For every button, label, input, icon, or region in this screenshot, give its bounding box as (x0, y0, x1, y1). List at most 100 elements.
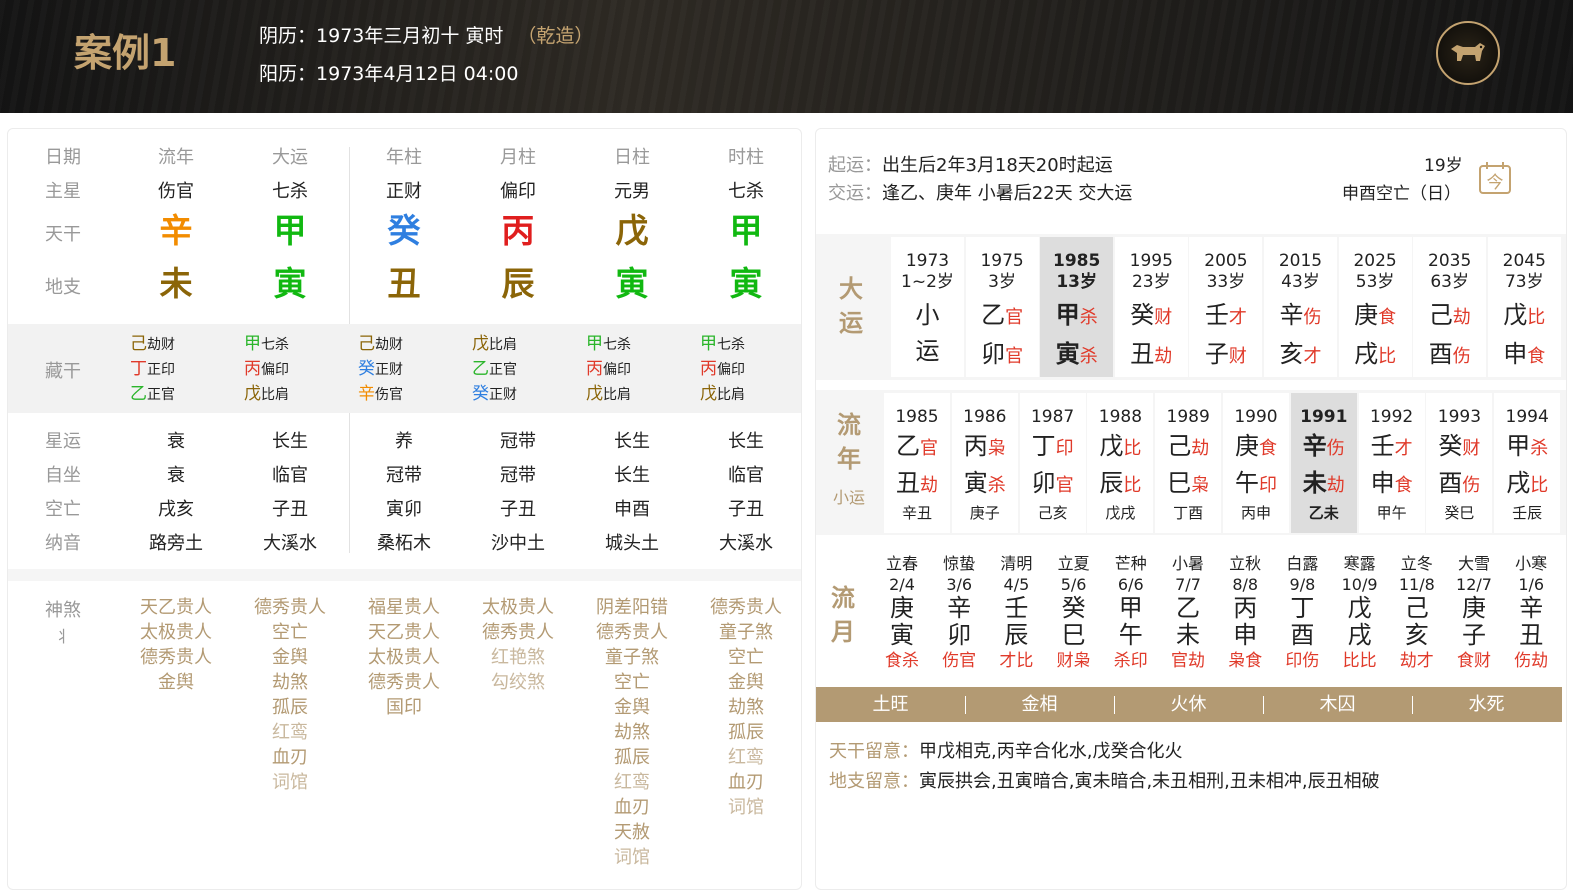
canggan-5: 甲七杀 丙偏印 戊比肩 (700, 332, 800, 407)
liunian-item[interactable]: 1990 庚食 午印 丙申 (1223, 393, 1289, 533)
shensha-item[interactable]: 词馆 (691, 795, 801, 820)
dayun-item[interactable]: 1985 13岁 甲杀 寅杀 (1040, 237, 1114, 377)
shensha-item[interactable]: 国印 (349, 695, 459, 720)
liuyue-item[interactable]: 小寒 1/6 辛丑伤劫 (1503, 553, 1559, 674)
dayun-item[interactable]: 2015 43岁 辛伤 亥才 (1264, 237, 1337, 377)
jiaoyun-line: 交运：逢乙、庚年 小暑后22天 交大运 (828, 179, 1132, 205)
shensha-item[interactable]: 福星贵人 (349, 595, 459, 620)
liuyue-zhi: 午 (1118, 621, 1143, 649)
column-head-4: 日柱 (614, 147, 650, 168)
dayun-item[interactable]: 1973 1~2岁小运 (891, 237, 964, 377)
liunian-gan: 庚食 (1223, 429, 1289, 466)
dayun-year: 2045 (1502, 251, 1546, 271)
shensha-item[interactable]: 红艳煞 (463, 645, 573, 670)
shensha-item[interactable]: 孤辰 (577, 745, 687, 770)
shensha-item[interactable]: 德秀贵人 (691, 595, 801, 620)
dayun-item[interactable]: 2005 33岁 壬才 子财 (1189, 237, 1263, 377)
zizuo-4: 长生 (614, 465, 650, 486)
liunian-item[interactable]: 1989 己劫 巳枭 丁酉 (1155, 393, 1222, 533)
liunian-item[interactable]: 1993 癸财 酉伤 癸巳 (1426, 393, 1493, 533)
xiaoyun-ganzhi: 庚子 (969, 504, 1000, 522)
liunian-item[interactable]: 1994 甲杀 戌比 壬辰 (1494, 393, 1561, 533)
shensha-item[interactable]: 天乙贵人 (349, 620, 459, 645)
shensha-item[interactable]: 童子煞 (691, 620, 801, 645)
shensha-item[interactable]: 德秀贵人 (577, 620, 687, 645)
liuyue-item[interactable]: 芒种 6/6 甲午杀印 (1103, 553, 1159, 674)
liuyue-item[interactable]: 立春 2/4 庚寅食杀 (874, 553, 930, 674)
liuyue-item[interactable]: 立冬 11/8 己亥劫才 (1389, 553, 1445, 674)
shensha-item[interactable]: 金舆 (235, 645, 345, 670)
liuyue-item[interactable]: 清明 4/5 壬辰才比 (988, 553, 1044, 674)
liuyue-item[interactable]: 小暑 7/7 乙未官劫 (1160, 553, 1216, 674)
shensha-item[interactable]: 太极贵人 (121, 620, 231, 645)
shensha-item[interactable]: 孤辰 (691, 720, 801, 745)
shensha-item[interactable]: 红鸾 (235, 720, 345, 745)
liuyue-date: 3/6 (946, 575, 973, 594)
zizuo-3: 冠带 (500, 465, 536, 486)
dayun-year: 2015 (1278, 251, 1323, 271)
dizhi-3: 辰 (501, 264, 535, 303)
zhuxing-3: 偏印 (500, 181, 536, 202)
liuyue-date: 12/7 (1456, 575, 1492, 594)
liunian-gan-char: 庚 (1235, 432, 1259, 460)
liunian-gan: 丁印 (1020, 429, 1086, 466)
shensha-item[interactable]: 红鸾 (577, 770, 687, 795)
shensha-item[interactable]: 词馆 (577, 845, 687, 870)
shensha-item[interactable]: 空亡 (577, 670, 687, 695)
liuyue-shishen: 劫才 (1399, 651, 1434, 671)
dayun-year: 1975 (980, 251, 1024, 271)
shensha-item[interactable]: 太极贵人 (349, 645, 459, 670)
dayun-item[interactable]: 1975 3岁 乙官 卯官 (965, 237, 1039, 377)
dayun-item[interactable]: 1995 23岁 癸财 丑劫 (1114, 237, 1188, 377)
dayun-item[interactable]: 2045 73岁 戊比 申食 (1487, 237, 1561, 377)
shensha-item[interactable]: 空亡 (235, 620, 345, 645)
shensha-item[interactable]: 血刃 (577, 795, 687, 820)
liunian-item[interactable]: 1986 丙枭 寅杀 庚子 (951, 393, 1018, 533)
shensha-item[interactable]: 金舆 (691, 670, 801, 695)
shensha-item[interactable]: 太极贵人 (463, 595, 573, 620)
shensha-item[interactable]: 天乙贵人 (121, 595, 231, 620)
shensha-item[interactable]: 孤辰 (235, 695, 345, 720)
liunian-item[interactable]: 1988 戊比 辰比 戊戌 (1087, 393, 1154, 533)
liuyue-date: 10/9 (1341, 575, 1378, 594)
liunian-gan-shishen: 财 (1462, 438, 1481, 459)
shensha-item[interactable]: 金舆 (577, 695, 687, 720)
shensha-item[interactable]: 血刃 (235, 745, 345, 770)
liuyue-item[interactable]: 寒露 10/9 戊戌比比 (1332, 553, 1388, 674)
shensha-item[interactable]: 德秀贵人 (463, 620, 573, 645)
liuyue-item[interactable]: 立秋 8/8 丙申枭食 (1217, 553, 1273, 674)
liuyue-item[interactable]: 白露 9/8 丁酉印伤 (1274, 553, 1330, 674)
zizuo-2: 冠带 (386, 465, 422, 486)
shensha-item[interactable]: 天赦 (577, 820, 687, 845)
liunian-item[interactable]: 1992 壬才 申食 甲午 (1358, 393, 1425, 533)
shensha-item[interactable]: 劫煞 (235, 670, 345, 695)
shensha-item[interactable]: 德秀贵人 (235, 595, 345, 620)
canggan-item: 戊比肩 (700, 382, 800, 407)
liunian-item[interactable]: 1985 乙官 丑劫 辛丑 (884, 393, 950, 533)
shensha-item[interactable]: 劫煞 (691, 695, 801, 720)
shensha-item[interactable]: 德秀贵人 (349, 670, 459, 695)
lunar-date-line: 阴历：1973年三月初十 寅时 （乾造） (259, 21, 593, 48)
liuyue-item[interactable]: 大雪 12/7 庚子食财 (1446, 553, 1502, 674)
shensha-item[interactable]: 红鸾 (691, 745, 801, 770)
shensha-item[interactable]: 劫煞 (577, 720, 687, 745)
liuyue-item[interactable]: 惊蛰 3/6 辛卯伤官 (931, 553, 987, 674)
liuyue-jieqi: 立春 (885, 554, 918, 573)
liunian-item[interactable]: 1987 丁印 卯官 己亥 (1019, 393, 1086, 533)
zhuxing-2: 正财 (386, 181, 422, 202)
shensha-item[interactable]: 词馆 (235, 770, 345, 795)
calendar-today-icon[interactable]: 今 (1478, 161, 1512, 195)
shensha-item[interactable]: 童子煞 (577, 645, 687, 670)
collapse-toggle-icon[interactable]: ⺦ (18, 623, 108, 647)
dayun-item[interactable]: 2035 63岁 己劫 酉伤 (1413, 237, 1487, 377)
dayun-item[interactable]: 2025 53岁 庚食 戌比 (1338, 237, 1412, 377)
shensha-item[interactable]: 勾绞煞 (463, 670, 573, 695)
shensha-item[interactable]: 金舆 (121, 670, 231, 695)
liuyue-item[interactable]: 立夏 5/6 癸巳财枭 (1046, 553, 1102, 674)
shensha-item[interactable]: 阴差阳错 (577, 595, 687, 620)
ox-zodiac-icon[interactable] (1436, 21, 1500, 85)
shensha-item[interactable]: 血刃 (691, 770, 801, 795)
liunian-item[interactable]: 1991 辛伤 未劫 乙未 (1290, 393, 1357, 533)
shensha-item[interactable]: 德秀贵人 (121, 645, 231, 670)
shensha-item[interactable]: 空亡 (691, 645, 801, 670)
